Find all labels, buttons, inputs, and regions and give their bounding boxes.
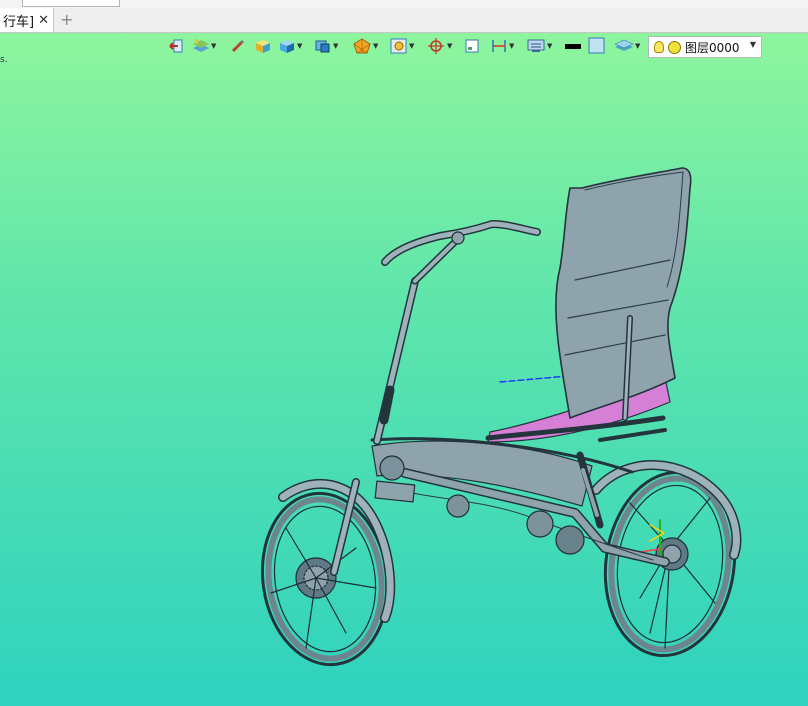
front-wheel	[260, 491, 390, 667]
seat	[485, 167, 692, 443]
document-tab[interactable]: 行车] ✕	[0, 8, 54, 32]
new-tab-icon[interactable]: +	[60, 10, 73, 29]
command-input[interactable]	[22, 0, 120, 7]
3d-viewport[interactable]: s. ▼ ▼ ▼ ▼ ▼ ▼ ▼ ▼ ▼ 图层0000 ▼	[0, 33, 808, 706]
document-tab-label: 行车]	[3, 14, 35, 30]
close-icon[interactable]: ✕	[38, 13, 49, 28]
bicycle-model	[260, 167, 742, 667]
document-tabbar: 行车] ✕ +	[0, 8, 808, 33]
